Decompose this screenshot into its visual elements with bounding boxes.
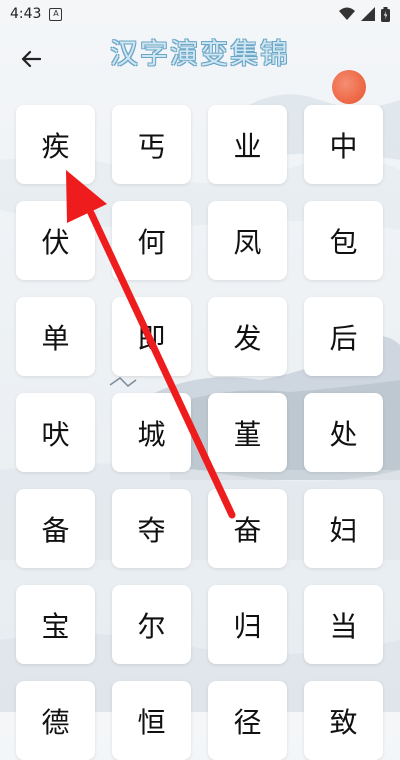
character-tile[interactable]: 发 — [208, 297, 287, 376]
character-tile[interactable]: 包 — [304, 201, 383, 280]
character-tile[interactable]: 堇 — [208, 393, 287, 472]
character-tile[interactable]: 凤 — [208, 201, 287, 280]
character-tile[interactable]: 吠 — [16, 393, 95, 472]
character-tile[interactable]: 尔 — [112, 585, 191, 664]
character-tile[interactable]: 致 — [304, 681, 383, 760]
character-tile[interactable]: 径 — [208, 681, 287, 760]
character-tile[interactable]: 伏 — [16, 201, 95, 280]
character-tile[interactable]: 处 — [304, 393, 383, 472]
character-tile[interactable]: 业 — [208, 105, 287, 184]
character-tile[interactable]: 奋 — [208, 489, 287, 568]
character-tile[interactable]: 丐 — [112, 105, 191, 184]
character-tile[interactable]: 妇 — [304, 489, 383, 568]
character-grid: 疾 丐 业 中 伏 何 凤 包 单 即 发 后 吠 城 堇 处 备 夺 奋 妇 … — [16, 105, 386, 760]
wifi-icon — [339, 7, 355, 20]
character-tile[interactable]: 当 — [304, 585, 383, 664]
character-tile[interactable]: 后 — [304, 297, 383, 376]
notification-icon: A — [49, 7, 63, 21]
character-tile[interactable]: 即 — [112, 297, 191, 376]
signal-icon — [361, 7, 375, 21]
character-tile[interactable]: 备 — [16, 489, 95, 568]
character-tile[interactable]: 何 — [112, 201, 191, 280]
character-tile[interactable]: 城 — [112, 393, 191, 472]
app-header: 汉字演变集锦 — [0, 28, 400, 88]
notification-letter: A — [53, 9, 59, 18]
character-tile[interactable]: 疾 — [16, 105, 95, 184]
character-tile[interactable]: 宝 — [16, 585, 95, 664]
status-bar: 4:43 A — [0, 0, 400, 28]
character-tile[interactable]: 夺 — [112, 489, 191, 568]
battery-icon — [381, 6, 390, 22]
character-tile[interactable]: 归 — [208, 585, 287, 664]
character-tile[interactable]: 单 — [16, 297, 95, 376]
character-tile[interactable]: 恒 — [112, 681, 191, 760]
character-tile[interactable]: 中 — [304, 105, 383, 184]
status-time: 4:43 — [10, 6, 42, 22]
page-title: 汉字演变集锦 — [109, 37, 290, 70]
character-tile[interactable]: 德 — [16, 681, 95, 760]
